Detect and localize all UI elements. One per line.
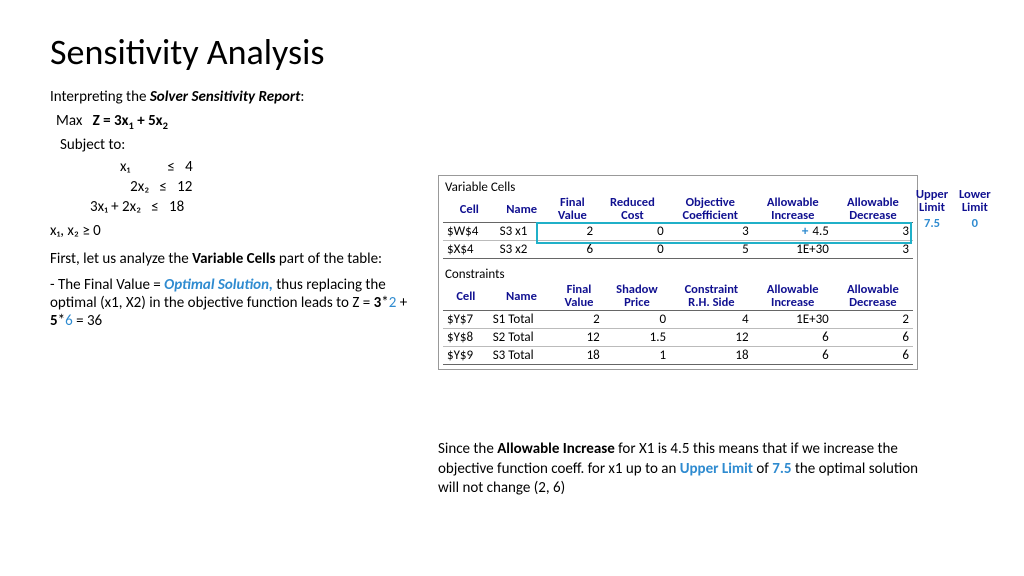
constraints-title: Constraints <box>443 265 913 283</box>
a2-n2: 6 <box>65 312 73 330</box>
ch-sp: ShadowPrice <box>604 283 670 310</box>
vh-name: Name <box>496 196 548 223</box>
cr0-sp: 0 <box>604 310 670 328</box>
vr0-name: S3 x1 <box>496 223 548 241</box>
ch-ai: AllowableIncrease <box>753 283 833 310</box>
a2-eq: = 36 <box>73 312 102 330</box>
vr1-fv: 6 <box>548 241 597 259</box>
ch-cell: Cell <box>443 283 489 310</box>
cr1-cell: $Y$8 <box>443 328 489 346</box>
cr1-ad: 6 <box>833 328 913 346</box>
a2-plus: + <box>396 294 407 312</box>
vr0-rc: 0 <box>597 223 668 241</box>
a2-prefix: - The Final Value = <box>50 276 164 294</box>
cr2-ad: 6 <box>833 346 913 364</box>
ch-rhs: ConstraintR.H. Side <box>670 283 752 310</box>
a1-suffix: part of the table: <box>276 250 383 268</box>
cr0-name: S1 Total <box>489 310 555 328</box>
cr1-fv: 12 <box>554 328 604 346</box>
plus-icon: + <box>802 224 812 239</box>
page-title: Sensitivity Analysis <box>50 30 974 74</box>
var-cells-table: Cell Name FinalValue ReducedCost Objecti… <box>443 196 913 259</box>
vr0-ad: 3 <box>833 223 913 241</box>
upper-val: 7.5 <box>912 200 952 230</box>
explain-paragraph: Since the Allowable Increase for X1 is 4… <box>438 440 928 499</box>
vh-rc: ReducedCost <box>597 196 668 223</box>
a1-bold: Variable Cells <box>192 250 275 268</box>
vh-ad: AllowableDecrease <box>833 196 913 223</box>
cr1-ai: 6 <box>753 328 833 346</box>
lower-val: 0 <box>955 200 995 230</box>
table-row: $Y$7 S1 Total 2 0 4 1E+30 2 <box>443 310 913 328</box>
intro-prefix: Interpreting the <box>50 88 150 106</box>
intro-suffix: : <box>300 88 304 106</box>
vr1-ai: 1E+30 <box>753 241 833 259</box>
ch-name: Name <box>489 283 555 310</box>
analysis-2: - The Final Value = Optimal Solution, th… <box>50 276 430 330</box>
vh-fv: FinalValue <box>548 196 597 223</box>
table-row: $Y$9 S3 Total 18 1 18 6 6 <box>443 346 913 364</box>
constraints-table: Cell Name FinalValue ShadowPrice Constra… <box>443 283 913 364</box>
cr1-rhs: 12 <box>670 328 752 346</box>
vr1-oc: 5 <box>668 241 753 259</box>
vr0-cell: $W$4 <box>443 223 496 241</box>
objective-fn: Max Z = 3x1 + 5x2 <box>56 112 974 132</box>
ex-b1: Allowable Increase <box>497 440 615 458</box>
a2-s1: * <box>381 294 388 312</box>
ch-ad: AllowableDecrease <box>833 283 913 310</box>
cr0-cell: $Y$7 <box>443 310 489 328</box>
vr0-ai: +4.5 <box>753 223 833 241</box>
cr0-fv: 2 <box>554 310 604 328</box>
intro-bold: Solver Sensitivity Report <box>150 88 301 106</box>
ex-l1: Upper Limit <box>680 460 753 478</box>
vr1-ad: 3 <box>833 241 913 259</box>
cr0-ai: 1E+30 <box>753 310 833 328</box>
var-cells-title: Variable Cells <box>443 178 913 196</box>
a1-prefix: First, let us analyze the <box>50 250 192 268</box>
cr2-fv: 18 <box>554 346 604 364</box>
ex-p3: of <box>753 460 772 478</box>
a2-s2: * <box>58 312 65 330</box>
limits-annotation: UpperLimit LowerLimit 7.5 0 <box>912 188 995 230</box>
a2-opt: Optimal Solution, <box>164 276 273 294</box>
cr1-sp: 1.5 <box>604 328 670 346</box>
sensitivity-report: Variable Cells Cell Name FinalValue Redu… <box>438 175 918 370</box>
vh-oc: ObjectiveCoefficient <box>668 196 753 223</box>
ex-l2: 7.5 <box>772 460 791 478</box>
intro-line: Interpreting the Solver Sensitivity Repo… <box>50 88 974 106</box>
ch-fv: FinalValue <box>554 283 604 310</box>
vr0-fv: 2 <box>548 223 597 241</box>
vh-ai: AllowableIncrease <box>753 196 833 223</box>
obj-eq2: + 5x <box>134 112 163 130</box>
cr2-ai: 6 <box>753 346 833 364</box>
cr0-rhs: 4 <box>670 310 752 328</box>
a2-b2: 5 <box>50 312 58 330</box>
constraint-1: x₁ ≤ 4 <box>50 158 974 176</box>
vr0-oc: 3 <box>668 223 753 241</box>
cr2-rhs: 18 <box>670 346 752 364</box>
vr1-cell: $X$4 <box>443 241 496 259</box>
ex-p1: Since the <box>438 440 497 458</box>
subject-to: Subject to: <box>60 136 974 154</box>
vr1-rc: 0 <box>597 241 668 259</box>
vr1-name: S3 x2 <box>496 241 548 259</box>
table-row: $W$4 S3 x1 2 0 3 +4.5 3 <box>443 223 913 241</box>
table-row: $X$4 S3 x2 6 0 5 1E+30 3 <box>443 241 913 259</box>
obj-eq1: Z = 3x <box>93 112 129 130</box>
cr2-name: S3 Total <box>489 346 555 364</box>
cr1-name: S2 Total <box>489 328 555 346</box>
cr2-cell: $Y$9 <box>443 346 489 364</box>
analysis-1: First, let us analyze the Variable Cells… <box>50 250 430 268</box>
vh-cell: Cell <box>443 196 496 223</box>
cr0-ad: 2 <box>833 310 913 328</box>
cr2-sp: 1 <box>604 346 670 364</box>
table-row: $Y$8 S2 Total 12 1.5 12 6 6 <box>443 328 913 346</box>
obj-max: Max <box>56 112 82 130</box>
